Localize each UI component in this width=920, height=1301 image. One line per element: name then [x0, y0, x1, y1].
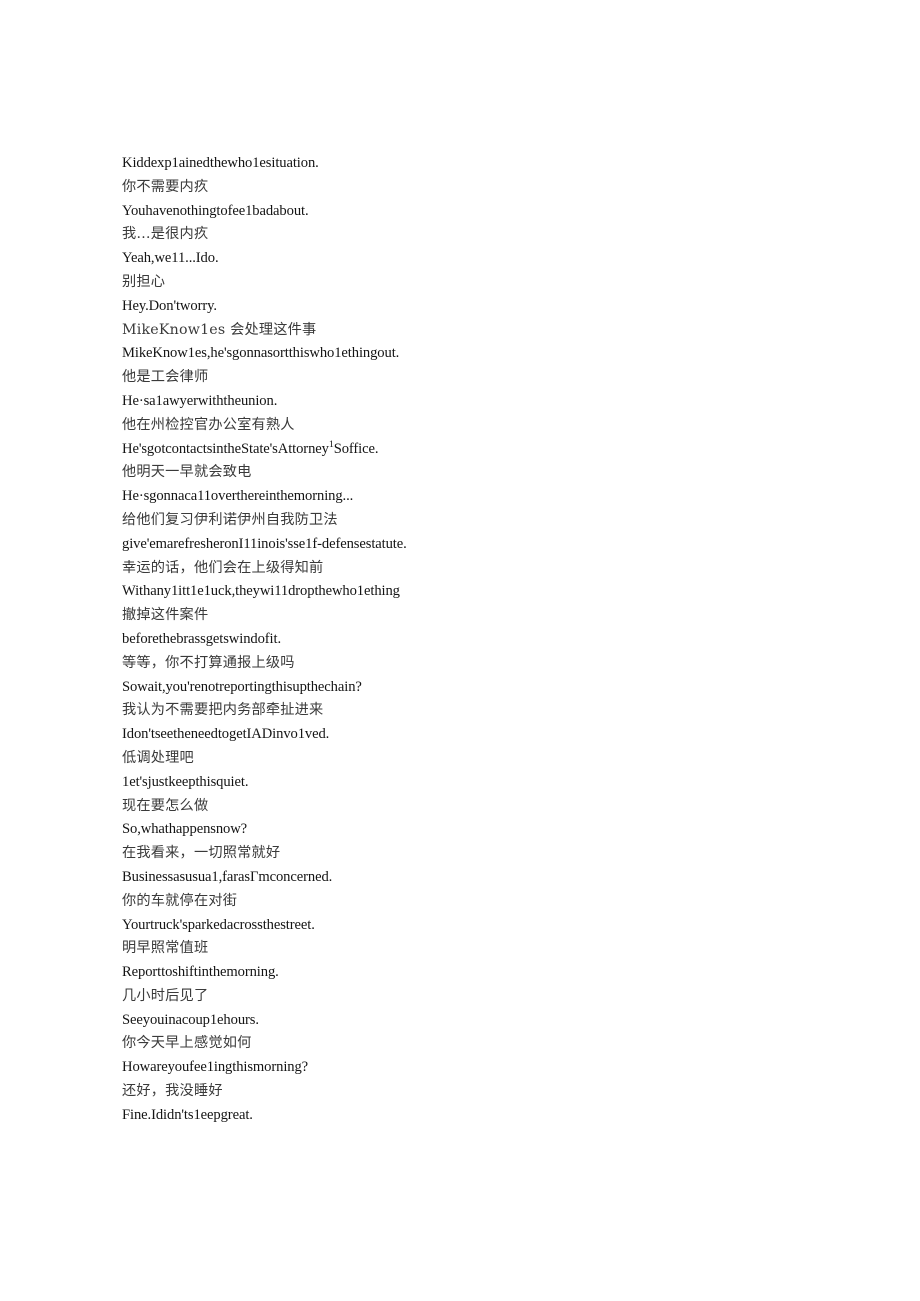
subtitle-line-chinese: MikeKnow1es 会处理这件事 [122, 321, 317, 338]
subtitle-line-chinese: 你不需要内疚 [122, 178, 209, 195]
subtitle-line-english: 1et'sjustkeepthisquiet. [122, 773, 249, 790]
subtitle-line-english: So,whathappensnow? [122, 821, 248, 838]
subtitle-line-chinese: 几小时后见了 [122, 987, 209, 1004]
transcript-body: Kiddexp1ainedthewho1esituation. 你不需要内疚 You… [122, 152, 822, 1128]
subtitle-line-chinese: 你的车就停在对街 [122, 892, 238, 909]
subtitle-line-chinese: 现在要怎么做 [122, 797, 209, 814]
subtitle-line-chinese: 他是工会律师 [122, 369, 209, 386]
subtitle-line-chinese: 我认为不需要把内务部牵扯进来 [122, 702, 324, 719]
subtitle-line-english: He·sgonnaca11overthereinthemorning... [122, 488, 354, 505]
subtitle-line-english: Youhavenothingtofee1badabout. [122, 202, 309, 219]
subtitle-line-chinese: 低调处理吧 [122, 749, 194, 766]
subtitle-line-english: He'sgotcontactsintheState'sAttorney1Soff… [122, 438, 822, 462]
subtitle-line-english: Hey.Don'tworry. [122, 297, 217, 314]
subtitle-line-head: He'sgotcontactsintheState'sAttorney [122, 440, 329, 457]
subtitle-line-chinese: 他明天一早就会致电 [122, 464, 252, 481]
subtitle-line-english: Reporttoshiftinthemorning. [122, 964, 279, 981]
subtitle-line-english: He·sa1awyerwiththeunion. [122, 392, 278, 409]
subtitle-line-chinese: 幸运的话，他们会在上级得知前 [122, 559, 324, 576]
subtitle-line-english: Idon'tseetheneedtogetIADinvo1ved. [122, 726, 330, 743]
subtitle-line-chinese: 在我看来，一切照常就好 [122, 845, 281, 862]
subtitle-line-chinese: 给他们复习伊利诺伊州自我防卫法 [122, 511, 338, 528]
subtitle-line-english: MikeKnow1es,he'sgonnasortthiswho1ethingo… [122, 345, 400, 362]
subtitle-line-chinese: 我…是很内疚 [122, 226, 209, 243]
subtitle-line-english: Fine.Ididn'ts1eepgreat. [122, 1106, 253, 1123]
subtitle-line-chinese: 还好，我没睡好 [122, 1083, 223, 1100]
subtitle-line-chinese: 你今天早上感觉如何 [122, 1035, 252, 1052]
subtitle-line-chinese: 等等，你不打算通报上级吗 [122, 654, 295, 671]
subtitle-line-english: Sowait,you'renotreportingthisupthechain? [122, 678, 362, 695]
subtitle-line-english: beforethebrassgetswindofit. [122, 630, 282, 647]
subtitle-line-tail: Soffice. [333, 440, 379, 457]
document-page: Kiddexp1ainedthewho1esituation. 你不需要内疚 You… [0, 0, 920, 1301]
subtitle-line-english: Yeah,we11...Ido. [122, 250, 219, 267]
subtitle-line-english: Withany1itt1e1uck,theywi11dropthewho1eth… [122, 583, 400, 600]
subtitle-line-chinese: 别担心 [122, 273, 166, 290]
subtitle-line-english: Businessasusua1,farasΓmconcerned. [122, 868, 333, 885]
subtitle-line-english: give'emarefresheronI11inois'sse1f-defens… [122, 535, 407, 552]
subtitle-line-chinese: 他在州检控官办公室有熟人 [122, 416, 295, 433]
subtitle-line-chinese: 撤掉这件案件 [122, 607, 209, 624]
subtitle-line-english: Howareyoufee1ingthismorning? [122, 1059, 309, 1076]
subtitle-line-english: Yourtruck'sparkedacrossthestreet. [122, 916, 315, 933]
subtitle-line-english: Seeyouinacoup1ehours. [122, 1011, 259, 1028]
subtitle-line-chinese: 明早照常值班 [122, 940, 209, 957]
subtitle-line-english: Kiddexp1ainedthewho1esituation. [122, 155, 319, 171]
